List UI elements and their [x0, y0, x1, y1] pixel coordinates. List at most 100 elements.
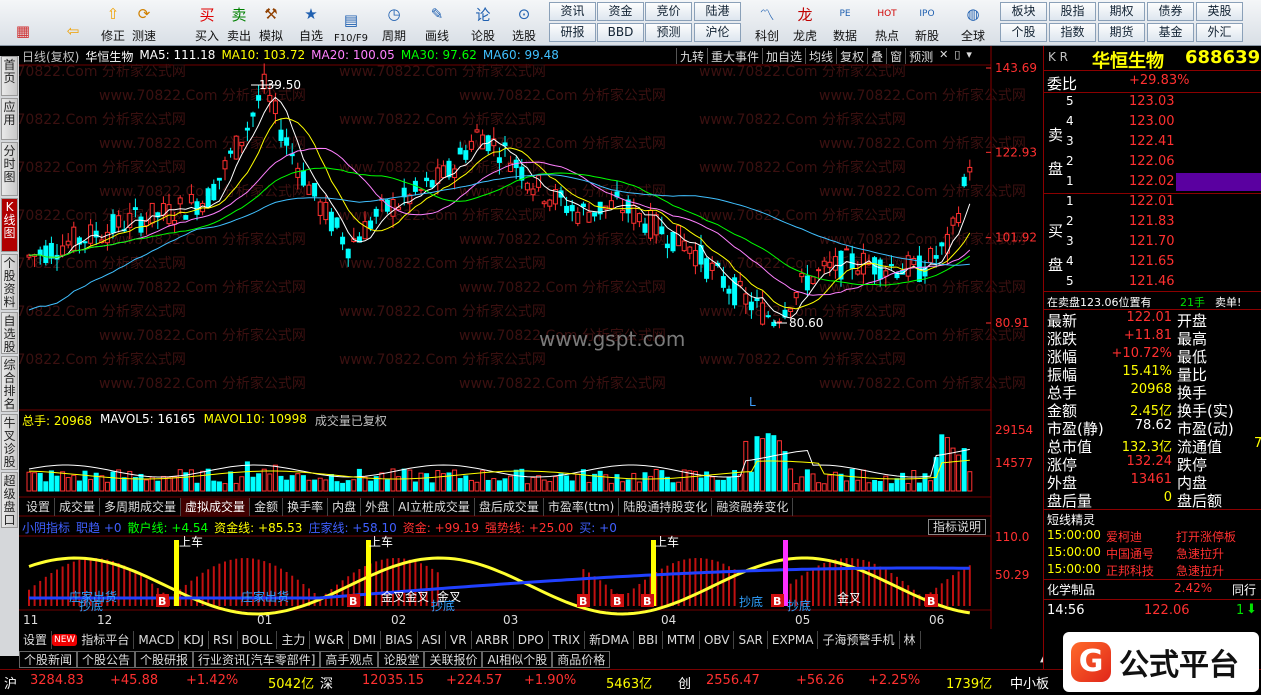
mid-tab[interactable]: 盘后成交量	[475, 498, 544, 516]
news-tab[interactable]: 个股公告	[77, 651, 136, 668]
news-tab[interactable]: 关联报价	[424, 651, 483, 668]
quick-button[interactable]: 预测	[645, 23, 692, 42]
quick-button[interactable]: 基金	[1147, 23, 1194, 42]
toolbar-button-refresh[interactable]: ⟳ 测速	[127, 2, 161, 44]
close-icon[interactable]: ✕	[936, 48, 951, 64]
toolbar-button-buy[interactable]: 买买入	[190, 2, 224, 44]
toolbar-button-grid[interactable]: ▦	[6, 2, 40, 44]
left-tab-2[interactable]: 分时图	[1, 142, 18, 196]
kline-button[interactable]: 加自选	[762, 48, 805, 64]
left-tab-8[interactable]: 超级盘口	[1, 472, 18, 528]
mid-tab[interactable]: 陆股通持股变化	[619, 498, 713, 516]
mid-tab[interactable]: 成交量	[55, 498, 101, 516]
news-tab[interactable]: 商品价格	[552, 651, 611, 668]
chart-area[interactable]: www.70822.Com 分析家公式网 www.70822.Com 分析家公式网…	[19, 46, 1043, 669]
toolbar-button-back-arrow[interactable]: ⇦	[56, 2, 90, 44]
kline-button[interactable]: 窗	[886, 48, 905, 64]
kline-button[interactable]: 均线	[805, 48, 836, 64]
indicator-tab[interactable]: ARBR	[472, 631, 514, 649]
news-tab[interactable]: 个股研报	[135, 651, 194, 668]
quick-button[interactable]: 股指	[1049, 2, 1096, 21]
quick-button[interactable]: 期货	[1098, 23, 1145, 42]
mid-tab[interactable]: 融资融券变化	[712, 498, 794, 516]
indicator-tab[interactable]: 主力	[277, 631, 311, 649]
quick-button[interactable]: 陆港	[694, 2, 741, 21]
news-tab[interactable]: 行业资讯[汽车零部件]	[193, 651, 321, 668]
indicator-tab[interactable]: MTM	[663, 631, 700, 649]
left-tab-3[interactable]: K线图	[1, 198, 18, 252]
indicator-tab[interactable]: SAR	[734, 631, 768, 649]
indicator-tab[interactable]: DMI	[349, 631, 382, 649]
kline-button[interactable]: 九转	[676, 48, 707, 64]
toolbar-button-f10[interactable]: ▤ F10/F9	[334, 2, 368, 44]
indicator-tab[interactable]: EXPMA	[768, 631, 819, 649]
indicator-tab[interactable]: RSI	[209, 631, 238, 649]
toolbar-button-star[interactable]: ★ 自选	[294, 2, 328, 44]
toolbar-button-dragon[interactable]: 龙龙虎	[788, 2, 822, 44]
indicator-tab[interactable]: BIAS	[381, 631, 418, 649]
toolbar-button-kechuang[interactable]: 〽科创	[750, 2, 784, 44]
mid-tab[interactable]: 金额	[250, 498, 284, 516]
indicator-tab[interactable]: 指标平台	[77, 631, 135, 649]
quick-button[interactable]: 研报	[549, 23, 596, 42]
indicator-tab[interactable]: VR	[446, 631, 472, 649]
mid-tab[interactable]: 内盘	[328, 498, 362, 516]
indicator-tab[interactable]: W&R	[310, 631, 349, 649]
left-tab-4[interactable]: 个股资料	[1, 254, 18, 310]
mid-tab[interactable]: 设置	[22, 498, 56, 516]
toolbar-button-search-chart[interactable]: ⊙ 选股	[507, 2, 541, 44]
news-tab[interactable]: 论股堂	[378, 651, 425, 668]
quick-button[interactable]: BBD	[597, 23, 644, 42]
toolbar-button-ipo[interactable]: IPO 新股	[910, 2, 944, 44]
quick-button[interactable]: 指数	[1049, 23, 1096, 42]
mid-tab[interactable]: 换手率	[283, 498, 329, 516]
toolbar-button-clock[interactable]: ◷ 周期	[377, 2, 411, 44]
mid-tab[interactable]: 外盘	[361, 498, 395, 516]
kline-button[interactable]: 重大事件	[707, 48, 762, 64]
indicator-tab[interactable]: BOLL	[238, 631, 278, 649]
indicator-tab[interactable]: OBV	[700, 631, 735, 649]
toolbar-button-pencil[interactable]: ✎ 画线	[420, 2, 454, 44]
toolbar-button-gavel[interactable]: ⚒ 模拟	[254, 2, 288, 44]
toolbar-button-chat[interactable]: 论论股	[466, 2, 500, 44]
quick-button[interactable]: 期权	[1098, 2, 1145, 21]
left-tab-5[interactable]: 自选股	[1, 312, 18, 354]
quick-button[interactable]: 资讯	[549, 2, 596, 21]
indicator-tab[interactable]: 新DMA	[585, 631, 634, 649]
indicator-tab[interactable]: 子海预警手机	[818, 631, 900, 649]
kline-button[interactable]: 复权	[836, 48, 867, 64]
chevron-down-icon[interactable]: ▾	[963, 48, 975, 64]
kline-button[interactable]: 叠	[867, 48, 886, 64]
indicator-tab[interactable]: 设置	[19, 631, 53, 649]
left-tab-0[interactable]: 首页	[1, 56, 18, 96]
quick-button[interactable]: 个股	[1000, 23, 1047, 42]
mid-tab[interactable]: 虚拟成交量	[181, 498, 251, 516]
news-tab[interactable]: AI相似个股	[482, 651, 553, 668]
quick-button[interactable]: 沪伦	[694, 23, 741, 42]
layout-icon[interactable]: ▯	[951, 48, 963, 64]
quick-button[interactable]: 竞价	[645, 2, 692, 21]
indicator-tab[interactable]: DPO	[514, 631, 549, 649]
quick-button[interactable]: 资金	[597, 2, 644, 21]
left-tab-1[interactable]: 应用	[1, 98, 18, 140]
mid-tab[interactable]: 多周期成交量	[100, 498, 182, 516]
news-tab[interactable]: 个股新闻	[19, 651, 78, 668]
left-tab-7[interactable]: 牛叉诊股	[1, 414, 18, 470]
toolbar-button-up-arrow[interactable]: ⇧ 修正	[96, 2, 130, 44]
quick-button[interactable]: 债券	[1147, 2, 1194, 21]
kline-button[interactable]: 预测	[905, 48, 936, 64]
toolbar-button-hot[interactable]: HOT 热点	[870, 2, 904, 44]
quick-button[interactable]: 外汇	[1196, 23, 1243, 42]
news-tab[interactable]: 高手观点	[320, 651, 379, 668]
toolbar-button-sell[interactable]: 卖卖出	[222, 2, 256, 44]
mid-tab[interactable]: 市盈率(ttm)	[544, 498, 620, 516]
indicator-tab[interactable]: TRIX	[549, 631, 586, 649]
left-tab-6[interactable]: 综合排名	[1, 356, 18, 412]
indicator-help-button[interactable]: 指标说明	[928, 519, 987, 535]
indicator-tab[interactable]: BBI	[634, 631, 663, 649]
toolbar-button-globe[interactable]: ◍ 全球	[956, 2, 990, 44]
indicator-tab[interactable]: ASI	[418, 631, 447, 649]
indicator-tab[interactable]: 林	[900, 631, 921, 649]
indicator-tab[interactable]: MACD	[134, 631, 180, 649]
quick-button[interactable]: 英股	[1196, 2, 1243, 21]
